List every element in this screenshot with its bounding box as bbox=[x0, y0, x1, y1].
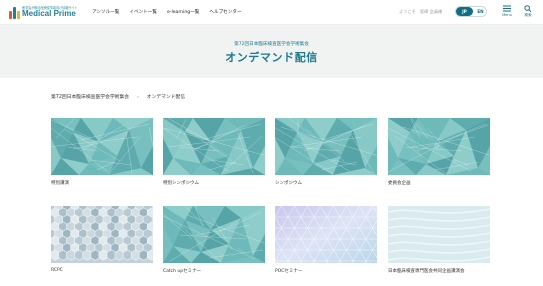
card-catchup-seminar[interactable]: Catch upセミナー bbox=[163, 206, 265, 274]
card-joint-lecture[interactable]: 日本臨床検査専門医会共同企画講演会 bbox=[388, 206, 490, 274]
card-committee-session[interactable]: 委員会企画 bbox=[388, 118, 490, 186]
card-thumbnail[interactable] bbox=[51, 206, 153, 263]
page-title: オンデマンド配信 bbox=[225, 51, 318, 64]
card-poc-seminar[interactable]: POCセミナー bbox=[275, 206, 377, 274]
teal-pattern-image bbox=[163, 118, 265, 175]
teal-pattern-image bbox=[388, 118, 490, 175]
card-thumbnail[interactable] bbox=[275, 206, 377, 263]
violet-triangle-image bbox=[275, 206, 377, 263]
card-thumbnail[interactable] bbox=[275, 118, 377, 175]
card-special-symposium[interactable]: 特別シンポジウム bbox=[163, 118, 265, 186]
hex-mosaic-image bbox=[51, 206, 153, 263]
breadcrumb-separator: › bbox=[137, 94, 139, 99]
card-label[interactable]: RCPC bbox=[51, 268, 153, 273]
hero-subtitle: 第72回日本臨床検査医学会学術集会 bbox=[234, 42, 309, 47]
nav-item-elearning[interactable]: e-learning一覧 bbox=[167, 9, 199, 15]
card-thumbnail[interactable] bbox=[163, 118, 265, 175]
nav-item-events[interactable]: イベント一覧 bbox=[129, 9, 157, 15]
hamburger-icon bbox=[503, 5, 511, 12]
menu-button[interactable]: Menu bbox=[500, 5, 514, 21]
language-toggle[interactable]: JP EN bbox=[455, 6, 487, 17]
card-special-lecture[interactable]: 特別講演 bbox=[51, 118, 153, 186]
menu-label: Menu bbox=[502, 13, 512, 17]
page-hero: 第72回日本臨床検査医学会学術集会 オンデマンド配信 bbox=[0, 25, 543, 78]
card-label[interactable]: POCセミナー bbox=[275, 268, 377, 274]
card-label[interactable]: 委員会企画 bbox=[388, 180, 490, 186]
breadcrumb: 第72回日本臨床検査医学会学術集会 › オンデマンド配信 bbox=[51, 93, 185, 100]
card-label[interactable]: 日本臨床検査専門医会共同企画講演会 bbox=[388, 268, 490, 274]
logo-mark-icon bbox=[9, 7, 20, 19]
card-thumbnail[interactable] bbox=[388, 206, 490, 263]
card-label[interactable]: 特別シンポジウム bbox=[163, 180, 265, 186]
nav-item-0[interactable]: アンソルー覧 bbox=[92, 9, 119, 15]
teal-pattern-image bbox=[163, 206, 265, 263]
nav-item-help[interactable]: ヘルプセンター bbox=[209, 9, 241, 15]
teal-pattern-image bbox=[51, 118, 153, 175]
breadcrumb-item-congress[interactable]: 第72回日本臨床検査医学会学術集会 bbox=[51, 93, 129, 100]
card-thumbnail[interactable] bbox=[51, 118, 153, 175]
main-nav: アンソルー覧 イベント一覧 e-learning一覧 ヘルプセンター bbox=[92, 9, 242, 15]
site-logo[interactable]: 医学会が贈る医療従事者向け情報サイト Medical Prime bbox=[9, 5, 79, 21]
card-rcpc[interactable]: RCPC bbox=[51, 206, 153, 273]
search-icon bbox=[524, 5, 532, 12]
card-thumbnail[interactable] bbox=[388, 118, 490, 175]
card-thumbnail[interactable] bbox=[163, 206, 265, 263]
logo-brand: Medical Prime bbox=[22, 9, 76, 18]
card-label[interactable]: 特別講演 bbox=[51, 180, 153, 186]
lang-en-button[interactable]: EN bbox=[475, 7, 486, 16]
breadcrumb-item-current: オンデマンド配信 bbox=[146, 95, 186, 100]
search-label: 検索 bbox=[524, 13, 532, 17]
lang-jp-button[interactable]: JP bbox=[456, 7, 473, 16]
card-symposium[interactable]: シンポジウム bbox=[275, 118, 377, 186]
card-label[interactable]: シンポジウム bbox=[275, 180, 377, 186]
pale-wave-image bbox=[388, 206, 490, 263]
search-button[interactable]: 検索 bbox=[521, 5, 535, 21]
welcome-text: ようこそ 医師 会員様 bbox=[399, 9, 443, 14]
card-label[interactable]: Catch upセミナー bbox=[163, 268, 265, 274]
site-header: 医学会が贈る医療従事者向け情報サイト Medical Prime アンソルー覧 … bbox=[0, 0, 543, 25]
teal-pattern-image bbox=[275, 118, 377, 175]
